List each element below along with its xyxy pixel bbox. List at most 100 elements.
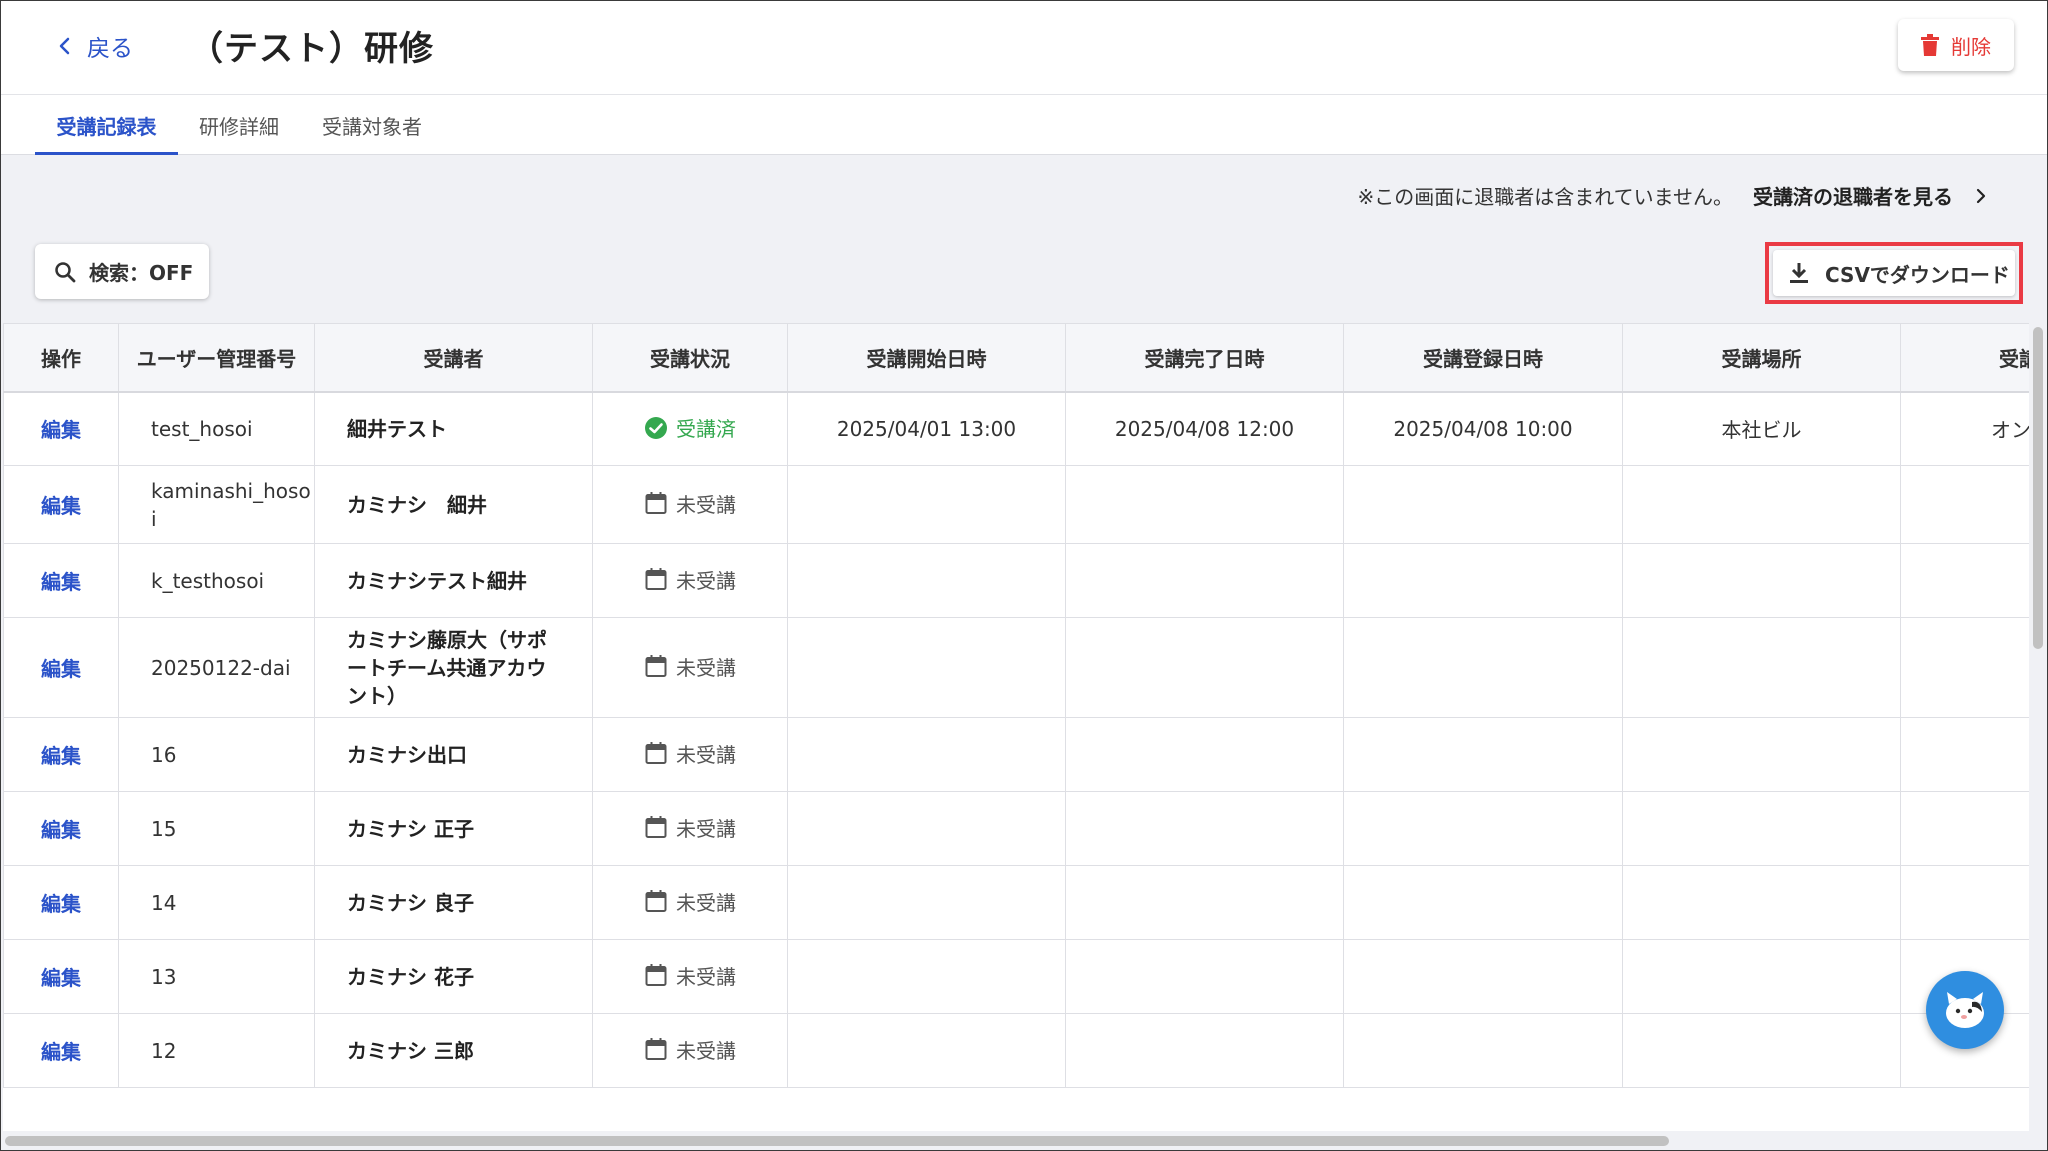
attendee-name-cell: カミナシ 良子 [314, 865, 593, 940]
location-cell: 本社ビル [1622, 391, 1901, 466]
edit-link[interactable]: 編集 [41, 818, 81, 842]
end-datetime-cell [1065, 865, 1344, 940]
horizontal-scrollbar[interactable] [5, 1136, 1669, 1146]
chevron-left-icon [59, 37, 70, 55]
status-label: 受講済 [676, 417, 736, 441]
end-datetime-cell [1065, 465, 1344, 544]
status-label: 未受講 [676, 816, 736, 841]
status-cell: 未受講 [592, 617, 788, 718]
vertical-scrollbar[interactable] [2033, 327, 2043, 649]
status-cell: 受講済 [592, 391, 788, 466]
operation-cell: 編集 [3, 465, 119, 544]
chat-mascot-icon [1946, 992, 1984, 1032]
end-datetime-cell: 2025/04/08 12:00 [1065, 391, 1344, 466]
column-header: 受講状況 [592, 323, 788, 393]
user-id-cell: 12 [118, 1013, 315, 1088]
user-id-cell: k_testhosoi [118, 543, 315, 618]
calendar-icon [645, 568, 667, 591]
attendee-name-cell: カミナシ 花子 [314, 939, 593, 1014]
user-id-cell: 20250122-dai [118, 617, 315, 718]
attendee-name-cell: カミナシ 三郎 [314, 1013, 593, 1088]
status-badge: 受講済 [644, 413, 736, 442]
location-cell [1622, 1013, 1901, 1088]
user-id-cell: kaminashi_hosoi [118, 465, 315, 544]
status-cell: 未受講 [592, 543, 788, 618]
start-datetime-cell [787, 465, 1066, 544]
attendance-table-container[interactable]: 操作 ユーザー管理番号 受講者 受講状況 受講開始日時 受講完了日時 受講登録日時 受講場所受… [3, 323, 2029, 1131]
extra-cell [1900, 717, 2029, 792]
table-row: 編集 20250122-dai カミナシ藤原大（サポートチーム共通アカウント） 未受講 [3, 617, 2029, 718]
tab-training-details[interactable]: 研修詳細 [188, 95, 290, 155]
delete-label: 削除 [1951, 34, 1991, 59]
status-cell: 未受講 [592, 865, 788, 940]
status-badge: 未受講 [644, 652, 736, 681]
csv-label: CSVでダウンロード [1825, 262, 2010, 287]
extra-cell [1900, 465, 2029, 544]
status-cell: 未受講 [592, 1013, 788, 1088]
table-row: 編集 15 カミナシ 正子 未受講 [3, 791, 2029, 866]
delete-button[interactable]: 削除 [1898, 19, 2014, 71]
status-label: 未受講 [676, 492, 736, 517]
tab-target-attendees[interactable]: 受講対象者 [309, 95, 435, 155]
end-datetime-cell [1065, 939, 1344, 1014]
status-badge: 未受講 [644, 739, 736, 768]
start-datetime-cell [787, 939, 1066, 1014]
table-row: 編集 14 カミナシ 良子 未受講 [3, 865, 2029, 940]
start-datetime-cell [787, 865, 1066, 940]
status-badge: 未受講 [644, 961, 736, 990]
table-row: 編集 12 カミナシ 三郎 未受講 [3, 1013, 2029, 1088]
end-datetime-cell [1065, 717, 1344, 792]
notice-link-label: 受講済の退職者を見る [1753, 185, 1953, 209]
view-retired-link[interactable]: 受講済の退職者を見る [1753, 181, 1989, 210]
status-label: 未受講 [676, 1038, 736, 1063]
edit-link[interactable]: 編集 [41, 418, 81, 442]
end-datetime-cell [1065, 1013, 1344, 1088]
tab-attendance-record[interactable]: 受講記録表 [35, 95, 178, 155]
operation-cell: 編集 [3, 717, 119, 792]
search-icon [55, 261, 76, 282]
start-datetime-cell [787, 717, 1066, 792]
edit-link[interactable]: 編集 [41, 657, 81, 681]
edit-link[interactable]: 編集 [41, 744, 81, 768]
user-id-cell: 14 [118, 865, 315, 940]
status-label: 未受講 [676, 890, 736, 915]
edit-link[interactable]: 編集 [41, 966, 81, 990]
extra-cell [1900, 791, 2029, 866]
user-id-cell: 16 [118, 717, 315, 792]
start-datetime-cell [787, 617, 1066, 718]
status-cell: 未受講 [592, 939, 788, 1014]
registered-datetime-cell: 2025/04/08 10:00 [1343, 391, 1623, 466]
edit-link[interactable]: 編集 [41, 494, 81, 518]
extra-cell [1900, 617, 2029, 718]
search-toggle-button[interactable]: 検索：OFF [35, 244, 209, 299]
chat-support-button[interactable] [1926, 971, 2004, 1049]
edit-link[interactable]: 編集 [41, 570, 81, 594]
table-row: 編集 16 カミナシ出口 未受講 [3, 717, 2029, 792]
user-id-cell: 13 [118, 939, 315, 1014]
column-header: 受講場所 [1622, 323, 1901, 393]
location-cell [1622, 465, 1901, 544]
attendee-name-cell: カミナシ藤原大（サポートチーム共通アカウント） [314, 617, 593, 718]
location-cell [1622, 617, 1901, 718]
attendee-name-cell: カミナシ 正子 [314, 791, 593, 866]
location-cell [1622, 865, 1901, 940]
table-header-row: 操作 ユーザー管理番号 受講者 受講状況 受講開始日時 受講完了日時 受講登録日時 受講場所受… [3, 323, 2029, 393]
status-cell: 未受講 [592, 465, 788, 544]
registered-datetime-cell [1343, 1013, 1623, 1088]
operation-cell: 編集 [3, 543, 119, 618]
end-datetime-cell [1065, 791, 1344, 866]
edit-link[interactable]: 編集 [41, 892, 81, 916]
table-row: 編集 test_hosoi 細井テスト 受講済 2025/04/01 13:00 2025… [3, 391, 2029, 466]
registered-datetime-cell [1343, 865, 1623, 940]
page-header: 戻る （テスト）研修 削除 [1, 1, 2047, 95]
edit-link[interactable]: 編集 [41, 1040, 81, 1064]
csv-download-button[interactable]: CSVでダウンロード [1773, 250, 2015, 296]
start-datetime-cell [787, 791, 1066, 866]
column-header: 受講者 [314, 323, 593, 393]
calendar-icon [645, 492, 667, 515]
calendar-icon [645, 816, 667, 839]
calendar-icon [645, 742, 667, 765]
status-cell: 未受講 [592, 717, 788, 792]
status-cell: 未受講 [592, 791, 788, 866]
back-button[interactable]: 戻る [55, 29, 133, 63]
